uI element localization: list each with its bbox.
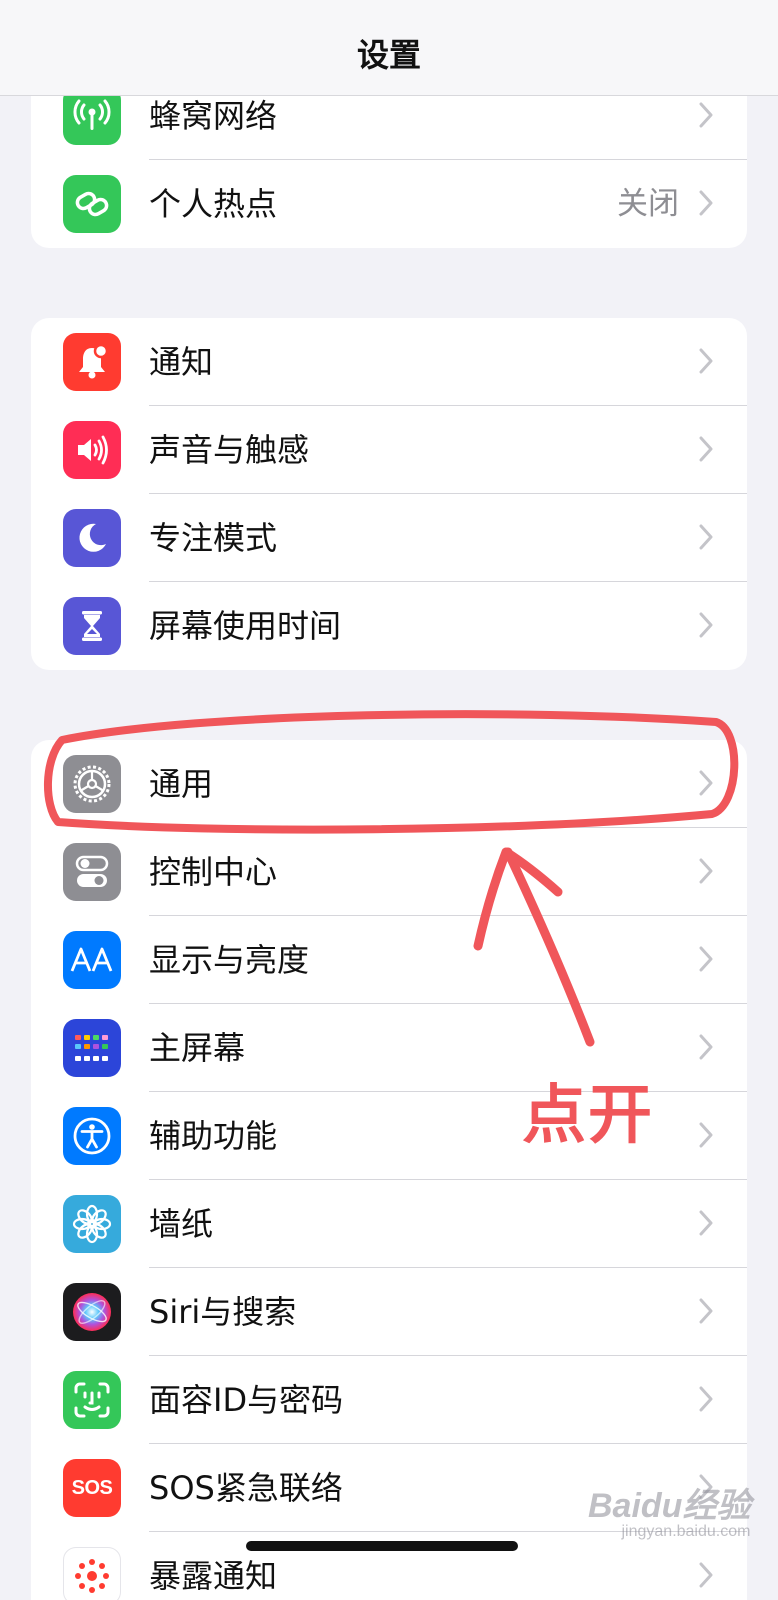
settings-row-notifications[interactable]: 通知 [31,318,747,406]
settings-row-screen-time[interactable]: 屏幕使用时间 [31,582,747,670]
settings-row-label: 屏幕使用时间 [149,607,342,645]
chevron-right-icon [699,612,713,638]
chevron-right-icon [699,1562,713,1588]
settings-row-label: 专注模式 [149,519,278,557]
hotspot-link-icon [63,175,121,233]
settings-row-label: 显示与亮度 [149,941,310,979]
settings-row-siri[interactable]: Siri与搜索 [31,1268,747,1356]
chevron-right-icon [699,1386,713,1412]
annotation-label: 点开 [522,1079,654,1153]
chevron-right-icon [699,348,713,374]
settings-group-notifications: 通知 声音与触感 专注模式 屏幕使用时间 [31,318,747,670]
settings-row-wallpaper[interactable]: 墙纸 [31,1180,747,1268]
settings-row-display[interactable]: 显示与亮度 [31,916,747,1004]
sos-icon: SOS [63,1459,121,1517]
settings-group-general: 通用 控制中心 显示与亮度 主屏幕 辅助功能 墙纸 Siri与搜索 面容ID与密… [31,740,747,1600]
settings-row-label: 通用 [149,765,214,803]
page-title: 设置 [356,36,421,74]
chevron-right-icon [699,102,713,128]
chevron-right-icon [699,858,713,884]
flower-icon [63,1195,121,1253]
settings-row-label: 辅助功能 [149,1117,278,1155]
siri-orb-icon [63,1283,121,1341]
settings-group-network: 蜂窝网络 个人热点 关闭 [31,72,747,248]
settings-row-label: 通知 [149,343,214,381]
settings-row-general[interactable]: 通用 [31,740,747,828]
settings-row-sounds[interactable]: 声音与触感 [31,406,747,494]
moon-icon [63,509,121,567]
chevron-right-icon [699,770,713,796]
chevron-right-icon [699,1210,713,1236]
hotspot-status-value: 关闭 [617,186,679,222]
chevron-right-icon [699,1034,713,1060]
settings-row-label: Siri与搜索 [149,1293,297,1331]
settings-row-label: 墙纸 [149,1205,214,1243]
settings-row-label: 控制中心 [149,853,278,891]
face-id-icon [63,1371,121,1429]
gear-icon [63,755,121,813]
chevron-right-icon [699,524,713,550]
chevron-right-icon [699,190,713,216]
chevron-right-icon [699,436,713,462]
text-size-aa-icon [63,931,121,989]
toggles-icon [63,843,121,901]
settings-row-label: 个人热点 [149,185,278,223]
settings-row-focus[interactable]: 专注模式 [31,494,747,582]
chevron-right-icon [699,946,713,972]
chevron-right-icon [699,1298,713,1324]
watermark: Baidu经验 jingyan.baidu.com [588,1478,750,1541]
settings-row-hotspot[interactable]: 个人热点 关闭 [31,160,747,248]
notification-bell-icon [63,333,121,391]
settings-row-label: 面容ID与密码 [149,1381,344,1419]
home-screen-grid-icon [63,1019,121,1077]
hourglass-icon [63,597,121,655]
home-indicator-bar[interactable] [246,1541,518,1551]
settings-row-label: 声音与触感 [149,431,310,469]
exposure-notification-icon [63,1547,121,1600]
chevron-right-icon [699,1122,713,1148]
speaker-icon [63,421,121,479]
navigation-bar: 设置 [0,0,778,96]
settings-row-label: 主屏幕 [149,1029,246,1067]
accessibility-person-icon [63,1107,121,1165]
watermark-main-text: Baidu经验 [588,1487,751,1525]
settings-row-label: SOS紧急联络 [149,1469,343,1507]
sos-icon-text: SOS [71,1476,113,1499]
settings-row-control-center[interactable]: 控制中心 [31,828,747,916]
settings-row-face-id[interactable]: 面容ID与密码 [31,1356,747,1444]
